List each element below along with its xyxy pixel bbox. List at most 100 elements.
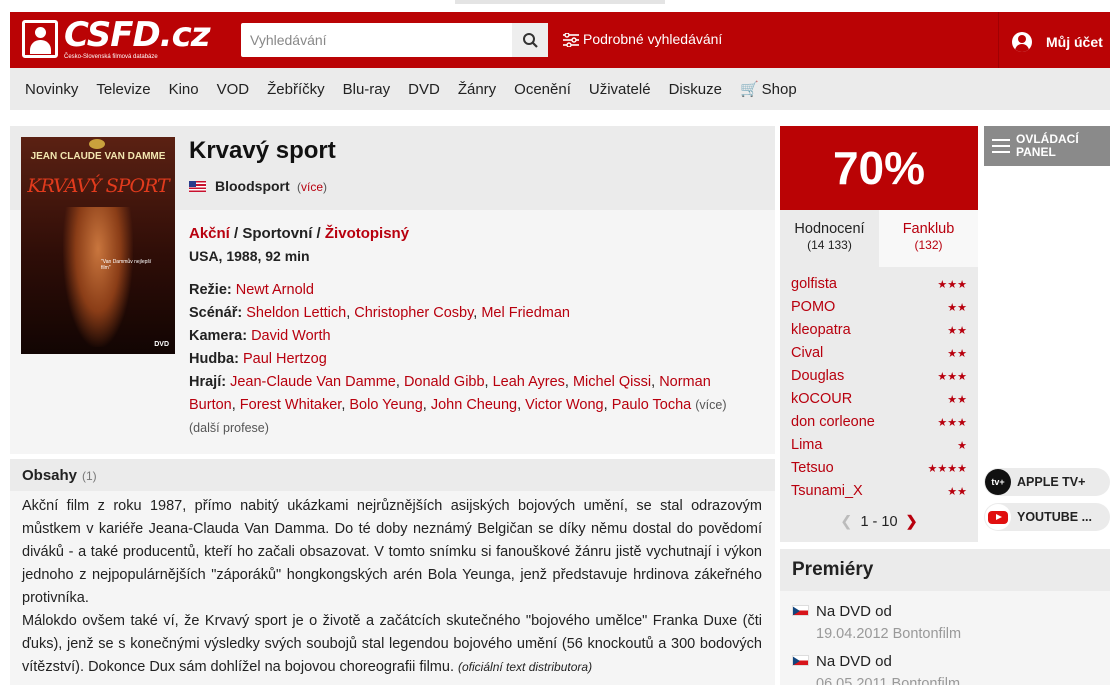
advanced-search-link[interactable]: Podrobné vyhledávání (563, 31, 722, 48)
rating-user[interactable]: golfista (791, 276, 837, 292)
film-title: Krvavý sport (189, 137, 336, 164)
user-icon (1012, 32, 1032, 52)
plot-paragraph-2-text: Málokdo ovšem také ví, že Krvavý sport j… (22, 613, 762, 675)
plot-paragraph-2: Málokdo ovšem také ví, že Krvavý sport j… (22, 610, 762, 679)
actor-link[interactable]: Forest Whitaker (240, 397, 342, 413)
rating-row[interactable]: golfista ★★★ (791, 276, 967, 299)
actor-link[interactable]: Bolo Yeung (349, 397, 422, 413)
rating-user[interactable]: Lima (791, 437, 822, 453)
tab-hodnoceni-label: Hodnocení (794, 221, 865, 237)
tab-hodnoceni-count: (14 133) (807, 238, 852, 252)
cz-flag-icon (792, 655, 809, 666)
actor-link[interactable]: Leah Ayres (493, 374, 565, 390)
creator-link[interactable]: David Worth (251, 328, 331, 344)
account-label: Můj účet (1046, 34, 1103, 50)
rating-row[interactable]: don corleone ★★★ (791, 414, 967, 437)
rating-row[interactable]: Cival ★★ (791, 345, 967, 368)
ratings-list: golfista ★★★ POMO ★★ kleopatra ★★ Cival ★★ D… (780, 267, 978, 542)
vod-apple-tv[interactable]: tv+ APPLE TV+ (984, 468, 1110, 496)
chevron-right-icon[interactable]: ❯ (906, 514, 918, 530)
more-professions-link[interactable]: (další profese) (189, 417, 759, 440)
rating-row[interactable]: Tetsuo ★★★★ (791, 460, 967, 483)
poster-actor: JEAN CLAUDE VAN DAMME (30, 151, 166, 162)
tab-hodnoceni[interactable]: Hodnocení (14 133) (780, 210, 879, 267)
sliders-icon (563, 32, 579, 48)
rating-user[interactable]: POMO (791, 299, 835, 315)
nav-item-zebricky[interactable]: Žebříčky (267, 81, 325, 98)
cast-row: Hrají: Jean-Claude Van Damme, Donald Gib… (189, 374, 727, 413)
control-panel-line-1: OVLÁDACÍ (1016, 132, 1079, 146)
rating-row[interactable]: Douglas ★★★ (791, 368, 967, 391)
star-rating-icon: ★★★★ (927, 463, 967, 475)
nav-item-vod[interactable]: VOD (217, 81, 250, 98)
nav-item-dvd[interactable]: DVD (408, 81, 440, 98)
rating-row[interactable]: Tsunami_X ★★ (791, 483, 967, 506)
account-button[interactable]: Můj účet (998, 12, 1110, 68)
nav-item-televize[interactable]: Televize (96, 81, 150, 98)
genre-zivotopisny[interactable]: Životopisný (325, 225, 409, 242)
star-rating-icon: ★★ (947, 486, 967, 498)
actor-link[interactable]: Donald Gibb (404, 374, 485, 390)
nav-item-novinky[interactable]: Novinky (25, 81, 78, 98)
rating-row[interactable]: kleopatra ★★ (791, 322, 967, 345)
actor-link[interactable]: John Cheung (431, 397, 517, 413)
film-poster[interactable]: JEAN CLAUDE VAN DAMME KRVAVÝ SPORT "Van … (21, 137, 175, 354)
premiere-label: Na DVD od (816, 653, 892, 670)
chevron-left-icon[interactable]: ❮ (840, 514, 852, 530)
nav-item-bluray[interactable]: Blu-ray (343, 81, 391, 98)
nav-item-diskuze[interactable]: Diskuze (669, 81, 722, 98)
tab-fanklub-label: Fanklub (902, 221, 955, 237)
creator-link[interactable]: Newt Arnold (236, 282, 314, 298)
rating-user[interactable]: kleopatra (791, 322, 851, 338)
vod-youtube[interactable]: YOUTUBE ... (984, 503, 1110, 531)
rating-row[interactable]: Lima ★ (791, 437, 967, 460)
rating-user[interactable]: Tsunami_X (791, 483, 863, 499)
hamburger-icon (992, 139, 1010, 153)
nav-item-shop[interactable]: Shop (762, 81, 797, 98)
control-panel-button[interactable]: OVLÁDACÍ PANEL (984, 126, 1110, 166)
top-strip (455, 0, 665, 4)
music-label: Hudba: (189, 351, 239, 367)
rating-user[interactable]: Cival (791, 345, 823, 361)
cast-more-link[interactable]: (více) (695, 398, 726, 412)
actor-link[interactable]: Victor Wong (525, 397, 603, 413)
cart-icon: 🛒 (739, 81, 759, 98)
genre-akcni[interactable]: Akční (189, 225, 230, 242)
actor-link[interactable]: Paulo Tocha (612, 397, 692, 413)
creator-link[interactable]: Sheldon Lettich (246, 305, 346, 321)
nav-item-kino[interactable]: Kino (169, 81, 199, 98)
rating-user[interactable]: Douglas (791, 368, 844, 384)
rating-user[interactable]: don corleone (791, 414, 875, 430)
control-panel-label: OVLÁDACÍ PANEL (1016, 133, 1079, 159)
rating-row[interactable]: kOCOUR ★★ (791, 391, 967, 414)
plot-title: Obsahy (22, 467, 78, 484)
search-input[interactable] (241, 23, 513, 57)
csfd-logo[interactable]: CSFD.cz Česko-Slovenská filmová databáze (20, 15, 211, 62)
rating-user[interactable]: kOCOUR (791, 391, 852, 407)
search-button[interactable] (512, 23, 548, 57)
nav-item-oceneni[interactable]: Ocenění (514, 81, 571, 98)
plot-header (10, 459, 775, 491)
vod-apple-label: APPLE TV+ (1017, 475, 1086, 489)
more-link[interactable]: více (301, 180, 323, 194)
film-origin: USA, 1988, 92 min (189, 248, 310, 264)
tab-fanklub[interactable]: Fanklub (132) (879, 210, 978, 267)
nav-item-zanry[interactable]: Žánry (458, 81, 496, 98)
actor-link[interactable]: Jean-Claude Van Damme (230, 374, 396, 390)
premiery-title: Premiéry (792, 559, 874, 580)
control-panel-line-2: PANEL (1016, 145, 1056, 159)
premiere-date: 06.05.2011 Bontonfilm (816, 676, 961, 685)
logo-subtitle: Česko-Slovenská filmová databáze (64, 54, 158, 60)
rating-row[interactable]: POMO ★★ (791, 299, 967, 322)
original-title-more[interactable]: (více) (297, 180, 327, 194)
rating-user[interactable]: Tetsuo (791, 460, 834, 476)
creator-link[interactable]: Mel Friedman (481, 305, 570, 321)
search-icon (523, 33, 538, 48)
nav-item-uzivatele[interactable]: Uživatelé (589, 81, 651, 98)
directing-label: Režie: (189, 282, 232, 298)
rating-percent: 70% (780, 126, 978, 210)
creator-link[interactable]: Christopher Cosby (354, 305, 473, 321)
creator-link[interactable]: Paul Hertzog (243, 351, 327, 367)
actor-link[interactable]: Michel Qissi (573, 374, 651, 390)
camera-label: Kamera: (189, 328, 248, 344)
